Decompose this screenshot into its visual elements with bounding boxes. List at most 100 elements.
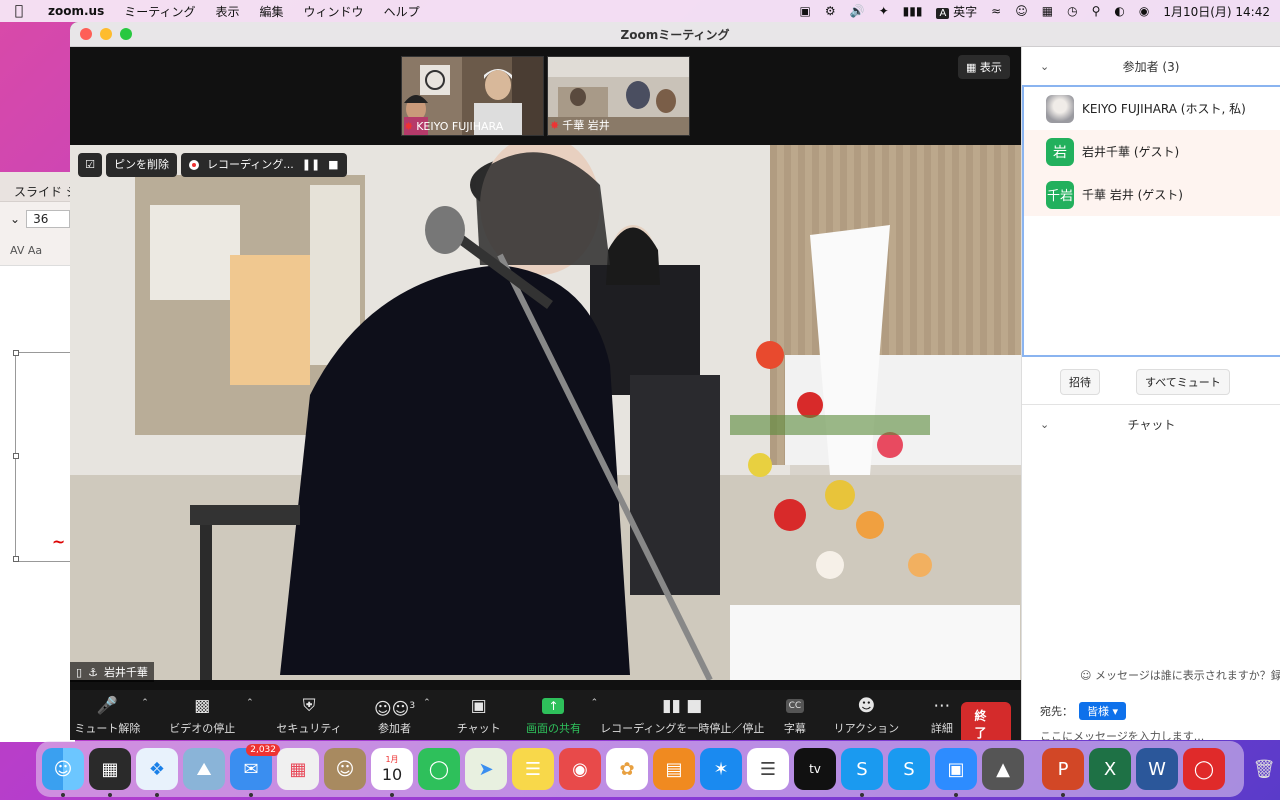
messages-icon[interactable]: ◯ <box>418 748 460 790</box>
recording-pause-stop-button[interactable]: ▮▮ ■ レコーディングを一時停止／停止 <box>600 690 764 740</box>
security-shield-icon[interactable]: ☑ <box>78 153 102 177</box>
bluetooth-icon[interactable]: ✦ <box>879 4 889 18</box>
battery-icon[interactable]: ▮▮▮ <box>903 4 923 18</box>
recipient-dropdown[interactable]: 皆様 ▾ <box>1079 702 1127 720</box>
security-app-icon[interactable]: ◯ <box>1183 748 1225 790</box>
volume-icon[interactable]: 🔊 <box>850 4 865 18</box>
control-center-icon[interactable]: ⚙ <box>825 4 836 18</box>
powerpoint-icon[interactable]: P <box>1042 748 1084 797</box>
contacts-icon[interactable]: ☺ <box>324 748 366 790</box>
slide-textbox[interactable] <box>13 350 75 562</box>
chat-icon: ▣ <box>470 696 487 716</box>
security-button[interactable]: ⛨ セキュリティ <box>272 690 347 740</box>
video-options-chevron-icon[interactable]: ⌃ <box>246 698 254 708</box>
notes-icon[interactable]: ☰ <box>512 748 554 790</box>
mission-control-icon[interactable]: ▦ <box>89 748 131 797</box>
resize-handle[interactable] <box>13 556 19 562</box>
maps-icon[interactable]: ➤ <box>465 748 507 790</box>
memory-icon[interactable]: ▦ <box>1042 4 1053 18</box>
time-machine-icon[interactable]: ◷ <box>1067 4 1077 18</box>
dropdown-chevron-icon[interactable]: ⌄ <box>10 212 20 226</box>
more-button[interactable]: ⋯ 詳細 <box>923 690 960 740</box>
spotlight-search-icon[interactable]: ⚲ <box>1092 4 1101 18</box>
apple-tv-icon[interactable]: tv <box>794 748 836 790</box>
keynote-icon[interactable]: ▲ <box>982 748 1024 790</box>
stop-video-button[interactable]: ▩ ビデオの停止 ⌃ <box>165 690 253 740</box>
user-icon[interactable]: ☺ <box>1015 4 1028 18</box>
control-toggle-icon[interactable]: ◐ <box>1114 4 1124 18</box>
stop-recording-icon[interactable]: ■ <box>328 153 338 177</box>
video-thumbnail-chika[interactable]: ✸ 千華 岩井 <box>547 56 690 136</box>
smiley-plus-icon: ☻ <box>857 696 876 716</box>
participant-row[interactable]: 岩 岩井千華 (ゲスト) <box>1024 130 1280 173</box>
app-store-icon[interactable]: ✶ <box>700 748 742 790</box>
books-icon[interactable]: ▤ <box>653 748 695 790</box>
skype-for-business-icon[interactable]: S <box>888 748 930 790</box>
share-screen-button[interactable]: ↑ 画面の共有 ⌃ <box>521 690 598 740</box>
font-size-field[interactable]: 36 <box>26 210 71 228</box>
chat-visibility-info[interactable]: ☺ メッセージは誰に表示されますか？録画が <box>1080 667 1280 683</box>
menu-view[interactable]: 表示 <box>206 3 250 20</box>
signal-strength-icon: ▯ <box>76 665 83 679</box>
menu-meeting[interactable]: ミーティング <box>114 3 205 20</box>
wifi-icon[interactable]: ≈ <box>991 4 1001 18</box>
participants-button[interactable]: ☺☺3 参加者 ⌃ <box>366 690 431 740</box>
menu-edit[interactable]: 編集 <box>250 3 294 20</box>
end-meeting-button[interactable]: 終了 <box>960 702 1012 740</box>
participants-header: ⌄ 参加者 (3) <box>1040 59 1180 74</box>
title-bar: Zoomミーティング <box>70 22 1280 47</box>
participants-options-chevron-icon[interactable]: ⌃ <box>423 698 431 708</box>
video-thumbnail-keiyo[interactable]: ✸ KEIYO FUJIHARA <box>401 56 544 136</box>
calendar-month: 1月 <box>385 755 399 764</box>
unmute-button[interactable]: 🎤 ミュート解除 ⌃ <box>70 690 148 740</box>
launchpad-icon[interactable]: ▦ <box>277 748 319 790</box>
safari-icon[interactable]: ❖ <box>136 748 178 797</box>
clock[interactable]: 1月10日(月) 14:42 <box>1163 3 1270 20</box>
window-title: Zoomミーティング <box>620 27 730 42</box>
captions-button[interactable]: CC 字幕 <box>776 690 813 740</box>
reminders-icon[interactable]: ☰ <box>747 748 789 790</box>
recording-indicator: レコーディング... ❚❚ ■ <box>181 153 347 177</box>
input-source[interactable]: A 英字 <box>936 3 977 20</box>
unpin-button[interactable]: ピンを削除 <box>106 153 177 177</box>
view-button[interactable]: ▦ 表示 <box>958 55 1010 79</box>
preview-icon[interactable]: ⛰ <box>183 748 225 790</box>
change-case-icon[interactable]: Aa <box>28 244 42 257</box>
photo-booth-icon[interactable]: ◉ <box>559 748 601 790</box>
trash-icon[interactable]: 🗑 <box>1243 748 1280 790</box>
chat-input[interactable]: ここにメッセージを入力します... <box>1040 728 1204 740</box>
collapse-chevron-icon[interactable]: ⌄ <box>1040 60 1049 73</box>
photos-icon[interactable]: ✿ <box>606 748 648 790</box>
resize-handle[interactable] <box>13 350 19 356</box>
mail-badge: 2,032 <box>246 744 280 756</box>
siri-icon[interactable]: ◉ <box>1139 4 1149 18</box>
chat-button[interactable]: ▣ チャット <box>451 690 507 740</box>
calendar-icon[interactable]: 1月 10 <box>371 748 413 797</box>
menu-window[interactable]: ウィンドウ <box>294 3 374 20</box>
mute-all-button[interactable]: すべてミュート <box>1136 369 1230 395</box>
zoom-status-icon[interactable]: ▣ <box>800 4 811 18</box>
character-spacing-icon[interactable]: AV <box>10 244 24 257</box>
zoom-icon[interactable]: ▣ <box>935 748 977 797</box>
more-dots-icon: ⋯ <box>933 696 951 716</box>
dock: ☺ ▦ ❖ ⛰ ✉ 2,032 ▦ ☺ 1月 10 ◯ ➤ ☰ ◉ ✿ ▤ ✶ ☰ … <box>36 741 1275 797</box>
collapse-chevron-icon[interactable]: ⌄ <box>1040 418 1049 431</box>
pause-recording-icon[interactable]: ❚❚ <box>302 153 320 177</box>
finder-icon[interactable]: ☺ <box>42 748 84 797</box>
word-icon[interactable]: W <box>1136 748 1178 790</box>
invite-button[interactable]: 招待 <box>1060 369 1100 395</box>
share-options-chevron-icon[interactable]: ⌃ <box>591 698 599 708</box>
mail-icon[interactable]: ✉ 2,032 <box>230 744 280 797</box>
reactions-button[interactable]: ☻ リアクション <box>834 690 899 740</box>
apple-menu-icon[interactable]:  <box>0 3 38 19</box>
ribbon-tab[interactable]: スライド シ <box>0 172 78 202</box>
audio-options-chevron-icon[interactable]: ⌃ <box>141 698 149 708</box>
skype-icon[interactable]: S <box>841 748 883 797</box>
participant-row[interactable]: KEIYO FUJIHARA (ホスト, 私) <box>1024 87 1280 130</box>
main-speaker-video[interactable] <box>70 145 1021 680</box>
excel-icon[interactable]: X <box>1089 748 1131 790</box>
participant-row[interactable]: 千岩 千華 岩井 (ゲスト) <box>1024 173 1280 216</box>
menu-help[interactable]: ヘルプ <box>374 3 430 20</box>
resize-handle[interactable] <box>13 453 19 459</box>
app-menu[interactable]: zoom.us <box>38 4 114 18</box>
